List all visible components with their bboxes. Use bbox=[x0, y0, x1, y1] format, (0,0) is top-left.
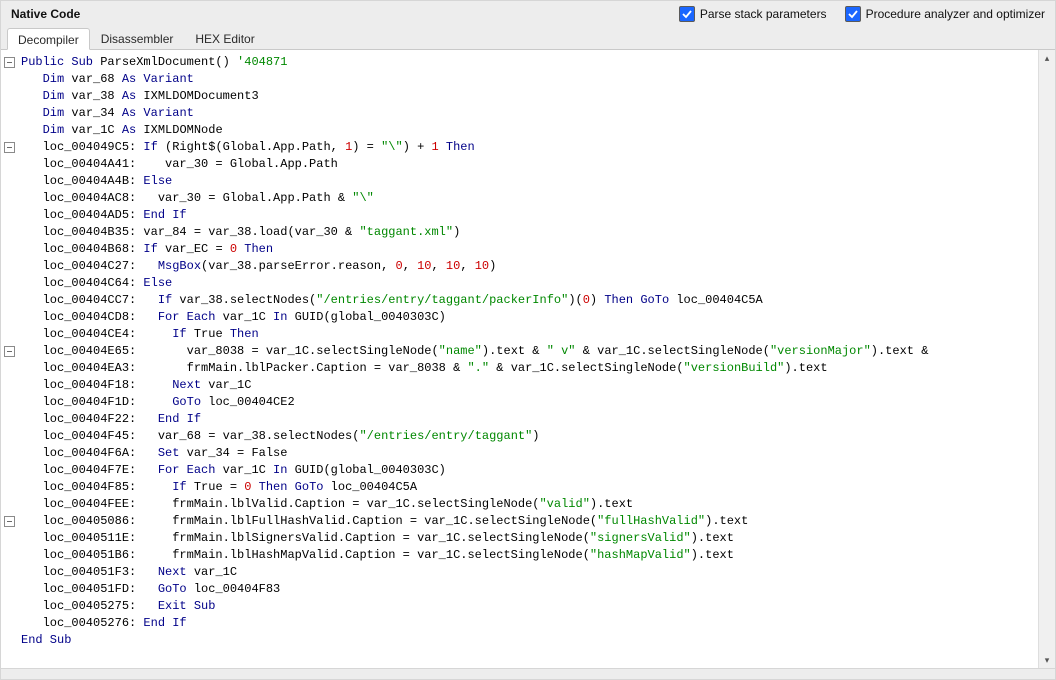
code-line: loc_00405086: frmMain.lblFullHashValid.C… bbox=[21, 513, 1038, 530]
code-line: loc_00404CD8: For Each var_1C In GUID(gl… bbox=[21, 309, 1038, 326]
code-line: loc_004051B6: frmMain.lblHashMapValid.Ca… bbox=[21, 547, 1038, 564]
check-icon bbox=[679, 6, 695, 22]
code-line: Dim var_1C As IXMLDOMNode bbox=[21, 122, 1038, 139]
code-line: loc_00404CE4: If True Then bbox=[21, 326, 1038, 343]
native-code-panel: Native Code Parse stack parameters Proce… bbox=[0, 0, 1056, 680]
fold-toggle-icon[interactable] bbox=[4, 346, 15, 357]
fold-toggle-icon[interactable] bbox=[4, 516, 15, 527]
panel-footer bbox=[1, 668, 1055, 679]
code-line: loc_00404F1D: GoTo loc_00404CE2 bbox=[21, 394, 1038, 411]
code-line: Dim var_34 As Variant bbox=[21, 105, 1038, 122]
code-line: loc_00404F18: Next var_1C bbox=[21, 377, 1038, 394]
panel-header: Native Code Parse stack parameters Proce… bbox=[1, 1, 1055, 27]
tab-disassembler[interactable]: Disassembler bbox=[90, 27, 185, 49]
code-line: loc_00404A4B: Else bbox=[21, 173, 1038, 190]
code-line: loc_00404B35: var_84 = var_38.load(var_3… bbox=[21, 224, 1038, 241]
code-line: loc_00404AD5: End If bbox=[21, 207, 1038, 224]
code-line: loc_00404C27: MsgBox(var_38.parseError.r… bbox=[21, 258, 1038, 275]
checkbox-optimizer[interactable]: Procedure analyzer and optimizer bbox=[845, 6, 1045, 22]
code-line: loc_00404E65: var_8038 = var_1C.selectSi… bbox=[21, 343, 1038, 360]
code-line: loc_004051FD: GoTo loc_00404F83 bbox=[21, 581, 1038, 598]
code-line: loc_00404CC7: If var_38.selectNodes("/en… bbox=[21, 292, 1038, 309]
code-line: loc_00405276: End If bbox=[21, 615, 1038, 632]
code-line: Dim var_68 As Variant bbox=[21, 71, 1038, 88]
code-line: loc_004051F3: Next var_1C bbox=[21, 564, 1038, 581]
code-line: loc_00404FEE: frmMain.lblValid.Caption =… bbox=[21, 496, 1038, 513]
tab-hex-editor[interactable]: HEX Editor bbox=[184, 27, 265, 49]
code-line: End Sub bbox=[21, 632, 1038, 649]
scroll-up-icon[interactable]: ▴ bbox=[1039, 50, 1055, 66]
fold-toggle-icon[interactable] bbox=[4, 142, 15, 153]
code-line: loc_00404AC8: var_30 = Global.App.Path &… bbox=[21, 190, 1038, 207]
scroll-down-icon[interactable]: ▾ bbox=[1039, 652, 1055, 668]
code-line: loc_004049C5: If (Right$(Global.App.Path… bbox=[21, 139, 1038, 156]
code-line: loc_0040511E: frmMain.lblSignersValid.Ca… bbox=[21, 530, 1038, 547]
tab-decompiler[interactable]: Decompiler bbox=[7, 28, 90, 50]
tab-bar: Decompiler Disassembler HEX Editor bbox=[1, 27, 1055, 50]
editor-area: Public Sub ParseXmlDocument() '404871 Di… bbox=[1, 50, 1055, 668]
code-line: loc_00404F45: var_68 = var_38.selectNode… bbox=[21, 428, 1038, 445]
vertical-scrollbar[interactable]: ▴ ▾ bbox=[1038, 50, 1055, 668]
code-line: Public Sub ParseXmlDocument() '404871 bbox=[21, 54, 1038, 71]
code-line: loc_00405275: Exit Sub bbox=[21, 598, 1038, 615]
code-line: loc_00404F22: End If bbox=[21, 411, 1038, 428]
code-line: loc_00404C64: Else bbox=[21, 275, 1038, 292]
code-view[interactable]: Public Sub ParseXmlDocument() '404871 Di… bbox=[19, 50, 1038, 668]
code-line: Dim var_38 As IXMLDOMDocument3 bbox=[21, 88, 1038, 105]
check-icon bbox=[845, 6, 861, 22]
checkbox-label: Procedure analyzer and optimizer bbox=[866, 7, 1045, 21]
code-line: loc_00404F6A: Set var_34 = False bbox=[21, 445, 1038, 462]
code-line: loc_00404B68: If var_EC = 0 Then bbox=[21, 241, 1038, 258]
fold-toggle-icon[interactable] bbox=[4, 57, 15, 68]
code-line: loc_00404EA3: frmMain.lblPacker.Caption … bbox=[21, 360, 1038, 377]
checkbox-label: Parse stack parameters bbox=[700, 7, 827, 21]
fold-gutter bbox=[1, 50, 19, 668]
panel-title: Native Code bbox=[11, 7, 80, 21]
code-line: loc_00404A41: var_30 = Global.App.Path bbox=[21, 156, 1038, 173]
code-line: loc_00404F7E: For Each var_1C In GUID(gl… bbox=[21, 462, 1038, 479]
code-line: loc_00404F85: If True = 0 Then GoTo loc_… bbox=[21, 479, 1038, 496]
checkbox-parse-stack[interactable]: Parse stack parameters bbox=[679, 6, 827, 22]
